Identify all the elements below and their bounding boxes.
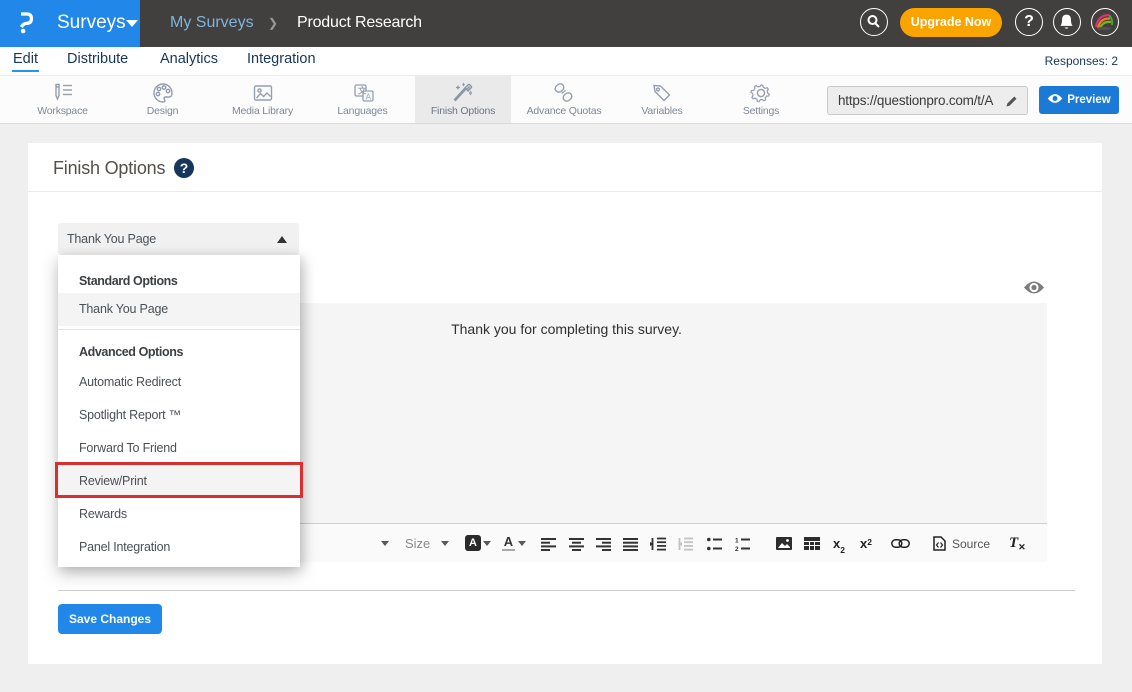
svg-text:A: A [365,92,371,101]
svg-text:2: 2 [735,546,739,551]
svg-text:1: 1 [735,538,739,545]
